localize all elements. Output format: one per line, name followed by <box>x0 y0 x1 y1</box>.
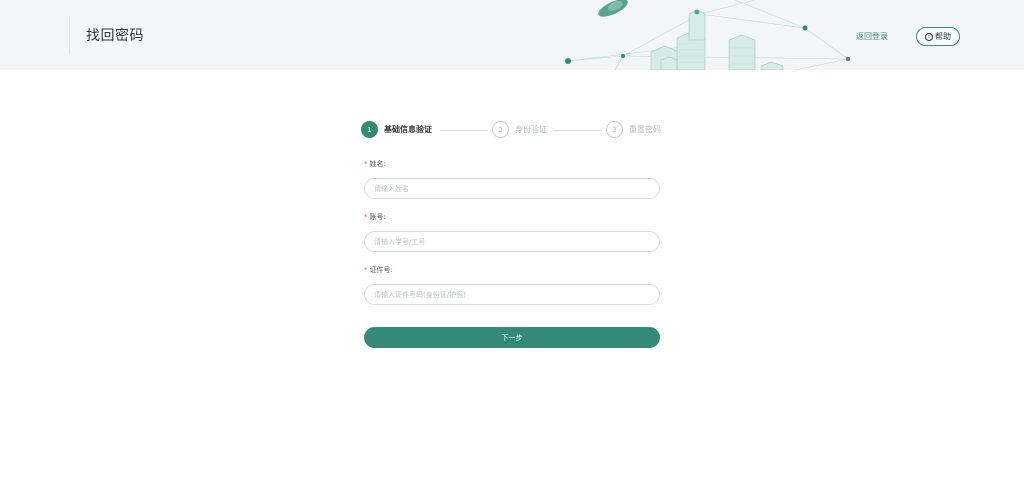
step-1-number: 1 <box>361 121 378 138</box>
header-divider <box>69 16 70 54</box>
account-label-text: 账号: <box>369 213 386 221</box>
next-step-button[interactable]: 下一步 <box>364 327 660 348</box>
step-1: 1 基础信息验证 <box>361 121 432 138</box>
help-button[interactable]: i 帮助 <box>916 27 960 46</box>
help-label: 帮助 <box>935 32 951 41</box>
required-mark: * <box>364 213 368 221</box>
id-number-label-text: 证件号: <box>369 266 393 274</box>
id-number-label: * 证件号: <box>364 265 393 275</box>
step-2-label: 身份验证 <box>515 125 547 134</box>
required-mark: * <box>364 266 368 274</box>
step-3-number: 3 <box>606 121 623 138</box>
page-title: 找回密码 <box>86 28 144 44</box>
step-connector <box>553 130 602 131</box>
step-indicator: 1 基础信息验证 2 身份验证 3 重置密码 <box>361 121 671 140</box>
name-label-text: 姓名: <box>369 160 386 168</box>
step-2: 2 身份验证 <box>492 121 547 138</box>
step-1-label: 基础信息验证 <box>384 125 432 134</box>
name-input[interactable] <box>364 178 660 199</box>
account-label: * 账号: <box>364 212 386 222</box>
account-input[interactable] <box>364 231 660 252</box>
name-label: * 姓名: <box>364 159 386 169</box>
page-header: 找回密码 返回登录 i 帮助 <box>0 0 1024 70</box>
back-to-login-link[interactable]: 返回登录 <box>856 31 888 42</box>
step-3: 3 重置密码 <box>606 121 661 138</box>
city-network-illustration <box>565 0 850 70</box>
id-number-input[interactable] <box>364 284 660 305</box>
required-mark: * <box>364 160 368 168</box>
step-3-label: 重置密码 <box>629 125 661 134</box>
step-2-number: 2 <box>492 121 509 138</box>
step-connector <box>440 130 488 131</box>
info-icon: i <box>925 32 933 41</box>
